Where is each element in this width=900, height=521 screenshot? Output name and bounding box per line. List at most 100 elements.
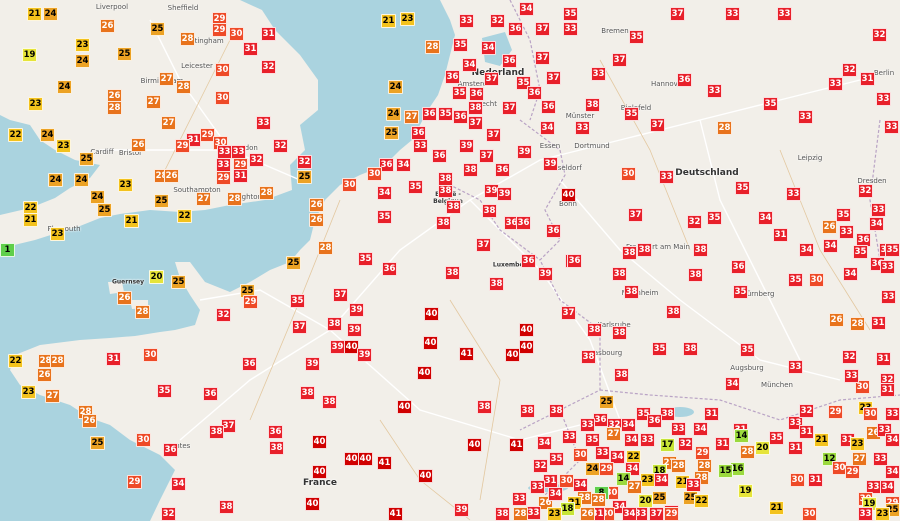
temperature-marker[interactable]: 31: [261, 27, 276, 41]
temperature-marker[interactable]: 38: [438, 184, 453, 198]
temperature-marker[interactable]: 39: [543, 157, 558, 171]
temperature-marker[interactable]: 36: [541, 100, 556, 114]
temperature-marker[interactable]: 33: [413, 139, 428, 153]
temperature-marker[interactable]: 25: [90, 436, 105, 450]
temperature-marker[interactable]: 32: [297, 155, 312, 169]
temperature-marker[interactable]: 33: [858, 507, 873, 521]
temperature-marker[interactable]: 28: [513, 507, 528, 521]
temperature-marker[interactable]: 35: [624, 107, 639, 121]
temperature-marker[interactable]: 38: [585, 98, 600, 112]
temperature-marker[interactable]: 31: [876, 352, 891, 366]
temperature-marker[interactable]: 41: [388, 507, 403, 521]
temperature-marker[interactable]: 36: [677, 73, 692, 87]
temperature-marker[interactable]: 33: [786, 187, 801, 201]
temperature-marker[interactable]: 38: [612, 267, 627, 281]
temperature-marker[interactable]: 35: [740, 343, 755, 357]
temperature-marker[interactable]: 33: [459, 14, 474, 28]
temperature-marker[interactable]: 37: [561, 306, 576, 320]
temperature-marker[interactable]: 39: [347, 323, 362, 337]
temperature-marker[interactable]: 31: [773, 228, 788, 242]
temperature-marker[interactable]: 27: [627, 480, 642, 494]
temperature-marker[interactable]: 26: [829, 313, 844, 327]
temperature-marker[interactable]: 35: [585, 433, 600, 447]
temperature-marker[interactable]: 33: [884, 120, 899, 134]
temperature-marker[interactable]: 29: [216, 171, 231, 185]
temperature-marker[interactable]: 28: [425, 40, 440, 54]
temperature-marker[interactable]: 37: [476, 238, 491, 252]
temperature-marker[interactable]: 21: [124, 214, 139, 228]
temperature-marker[interactable]: 33: [885, 407, 900, 421]
temperature-marker[interactable]: 36: [432, 149, 447, 163]
temperature-marker[interactable]: 25: [79, 152, 94, 166]
temperature-marker[interactable]: 35: [652, 342, 667, 356]
temperature-marker[interactable]: 38: [489, 277, 504, 291]
temperature-marker[interactable]: 23: [850, 437, 865, 451]
temperature-marker[interactable]: 24: [90, 190, 105, 204]
temperature-marker[interactable]: 37: [535, 51, 550, 65]
temperature-marker[interactable]: 40: [312, 465, 327, 479]
temperature-marker[interactable]: 33: [580, 418, 595, 432]
temperature-marker[interactable]: 14: [734, 429, 749, 443]
temperature-marker[interactable]: 35: [290, 294, 305, 308]
temperature-marker[interactable]: 30: [559, 474, 574, 488]
temperature-marker[interactable]: 15: [718, 464, 733, 478]
temperature-marker[interactable]: 38: [683, 342, 698, 356]
temperature-marker[interactable]: 35: [157, 384, 172, 398]
temperature-marker[interactable]: 26: [131, 138, 146, 152]
temperature-marker[interactable]: 22: [8, 128, 23, 142]
temperature-marker[interactable]: 40: [561, 188, 576, 202]
temperature-marker[interactable]: 29: [845, 465, 860, 479]
temperature-marker[interactable]: 31: [543, 474, 558, 488]
temperature-marker[interactable]: 39: [454, 503, 469, 517]
temperature-marker[interactable]: 33: [562, 430, 577, 444]
temperature-marker[interactable]: 40: [417, 366, 432, 380]
temperature-marker[interactable]: 37: [628, 208, 643, 222]
temperature-marker[interactable]: 38: [622, 246, 637, 260]
temperature-marker[interactable]: 34: [537, 436, 552, 450]
temperature-marker[interactable]: 24: [388, 80, 403, 94]
temperature-marker[interactable]: 23: [547, 507, 562, 521]
temperature-marker[interactable]: 32: [678, 437, 693, 451]
temperature-marker[interactable]: 20: [755, 441, 770, 455]
temperature-marker[interactable]: 28: [671, 459, 686, 473]
temperature-marker[interactable]: 31: [106, 352, 121, 366]
temperature-marker[interactable]: 23: [640, 473, 655, 487]
temperature-marker[interactable]: 40: [519, 323, 534, 337]
temperature-marker[interactable]: 23: [875, 507, 890, 521]
temperature-marker[interactable]: 32: [842, 63, 857, 77]
temperature-marker[interactable]: 30: [573, 448, 588, 462]
temperature-marker[interactable]: 31: [860, 72, 875, 86]
temperature-marker[interactable]: 38: [327, 317, 342, 331]
temperature-marker[interactable]: 27: [852, 452, 867, 466]
temperature-marker[interactable]: 32: [533, 459, 548, 473]
temperature-marker[interactable]: 32: [161, 507, 176, 521]
temperature-marker[interactable]: 38: [495, 507, 510, 521]
temperature-marker[interactable]: 25: [150, 22, 165, 36]
temperature-marker[interactable]: 33: [671, 422, 686, 436]
temperature-marker[interactable]: 29: [828, 405, 843, 419]
temperature-marker[interactable]: 28: [591, 493, 606, 507]
temperature-marker[interactable]: 33: [530, 480, 545, 494]
temperature-marker[interactable]: 41: [509, 438, 524, 452]
temperature-marker[interactable]: 30: [215, 91, 230, 105]
temperature-marker[interactable]: 34: [799, 243, 814, 257]
temperature-marker[interactable]: 36: [422, 107, 437, 121]
temperature-marker[interactable]: 28: [740, 445, 755, 459]
temperature-marker[interactable]: 34: [693, 422, 708, 436]
temperature-marker[interactable]: 33: [881, 290, 896, 304]
temperature-marker[interactable]: 31: [788, 441, 803, 455]
temperature-marker[interactable]: 1: [0, 243, 15, 257]
temperature-marker[interactable]: 28: [227, 192, 242, 206]
temperature-marker[interactable]: 33: [880, 260, 895, 274]
temperature-marker[interactable]: 17: [660, 438, 675, 452]
temperature-marker[interactable]: 39: [305, 357, 320, 371]
temperature-marker[interactable]: 25: [97, 203, 112, 217]
temperature-marker[interactable]: 36: [593, 413, 608, 427]
temperature-marker[interactable]: 32: [216, 308, 231, 322]
temperature-marker[interactable]: 34: [869, 217, 884, 231]
temperature-marker[interactable]: 40: [423, 336, 438, 350]
temperature-marker[interactable]: 23: [400, 12, 415, 26]
temperature-marker[interactable]: 39: [517, 145, 532, 159]
temperature-marker[interactable]: 32: [490, 14, 505, 28]
temperature-marker[interactable]: 22: [694, 494, 709, 508]
